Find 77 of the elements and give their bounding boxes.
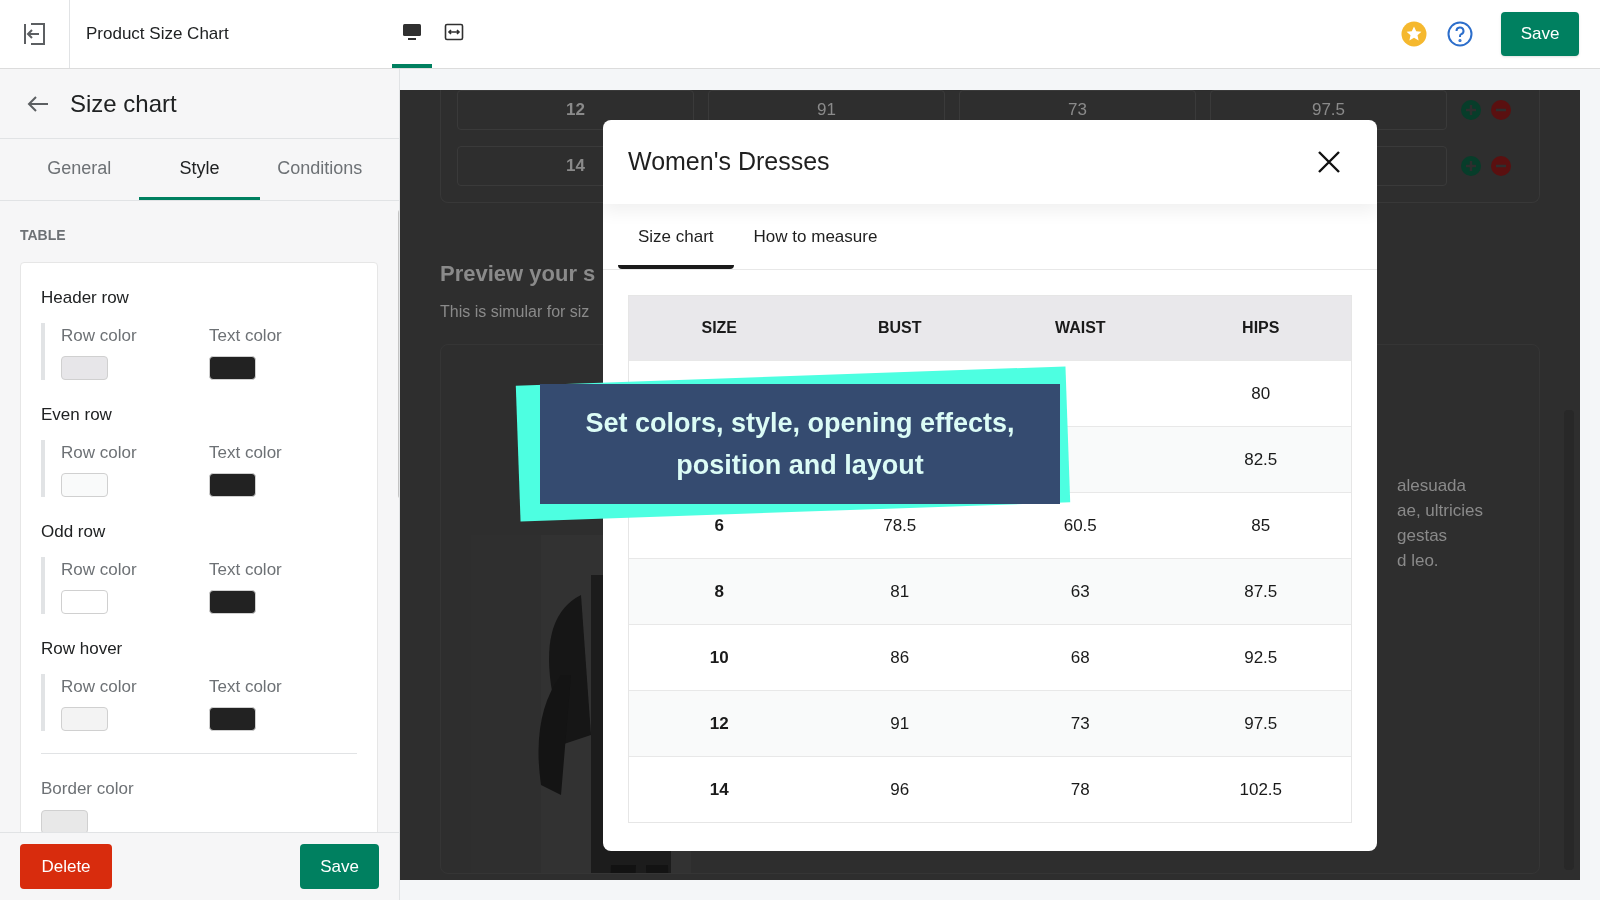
column-header: BUST xyxy=(876,318,923,338)
swatch-label: Text color xyxy=(209,675,283,698)
panel-title: Size chart xyxy=(70,88,177,119)
color-swatch[interactable] xyxy=(61,473,108,497)
swatch-label: Row color xyxy=(61,441,138,464)
table-cell-text: 80 xyxy=(1250,382,1272,405)
table-cell-text: 82.5 xyxy=(1243,448,1279,471)
expand-icon xyxy=(443,22,464,42)
column-header: HIPS xyxy=(1241,318,1281,338)
group-title: Odd row xyxy=(41,521,107,543)
back-arrow-icon[interactable] xyxy=(26,93,50,114)
table-cell-text: 102.5 xyxy=(1238,778,1283,801)
table-cell-text: 6 xyxy=(713,514,725,537)
modal-tab[interactable]: How to measure xyxy=(733,221,898,269)
column-header: WAIST xyxy=(1053,318,1107,338)
swatch-label: Row color xyxy=(61,324,138,347)
color-swatch[interactable] xyxy=(209,707,256,731)
exit-icon[interactable] xyxy=(21,21,48,47)
swatch-label: Border color xyxy=(41,778,135,800)
color-swatch[interactable] xyxy=(61,356,108,380)
color-swatch[interactable] xyxy=(61,590,108,614)
preview-subtitle: This is simular for siz xyxy=(440,302,590,322)
app-title: Product Size Chart xyxy=(86,23,229,46)
remove-icon[interactable] xyxy=(1491,156,1511,176)
table-cell-text: 81 xyxy=(889,580,911,603)
close-icon[interactable] xyxy=(1318,151,1340,173)
table-cell-text: 10 xyxy=(708,646,730,669)
add-icon[interactable] xyxy=(1461,100,1481,120)
color-swatch[interactable] xyxy=(209,590,256,614)
help-icon[interactable] xyxy=(1447,21,1473,47)
tab[interactable]: Style xyxy=(139,139,260,200)
tab[interactable]: General xyxy=(19,139,140,200)
delete-button[interactable]: Delete xyxy=(20,844,112,889)
table-cell-text: 60.5 xyxy=(1062,514,1098,537)
remove-icon[interactable] xyxy=(1491,100,1511,120)
swatch-label: Row color xyxy=(61,675,138,698)
table-cell-text: 14 xyxy=(708,778,730,801)
table-cell-text: 96 xyxy=(889,778,911,801)
table-cell-text: 85 xyxy=(1250,514,1272,537)
swatch-label: Row color xyxy=(61,558,138,581)
color-swatch[interactable] xyxy=(41,809,88,832)
add-icon[interactable] xyxy=(1461,156,1481,176)
table-cell-text: 12 xyxy=(708,712,730,735)
preview-heading: Preview your s xyxy=(440,260,596,288)
table-cell-text: 91 xyxy=(889,712,911,735)
color-swatch[interactable] xyxy=(209,473,256,497)
banner-text: Set colors, style, opening effects, xyxy=(585,407,1015,440)
table-cell-text: 87.5 xyxy=(1243,580,1279,603)
color-swatch[interactable] xyxy=(209,356,256,380)
table-cell-text: 63 xyxy=(1069,580,1091,603)
column-header: SIZE xyxy=(700,318,739,338)
table-cell-text: 92.5 xyxy=(1243,646,1279,669)
table-cell-text: 97.5 xyxy=(1243,712,1279,735)
table-cell-text: 78.5 xyxy=(882,514,918,537)
banner-text: position and layout xyxy=(676,449,924,482)
color-swatch[interactable] xyxy=(61,707,108,731)
swatch-label: Text color xyxy=(209,441,283,464)
modal-tab[interactable]: Size chart xyxy=(618,221,734,269)
table-cell-text: 73 xyxy=(1069,712,1091,735)
table-cell-text: 86 xyxy=(889,646,911,669)
group-title: Even row xyxy=(41,404,113,426)
table-cell-text: 68 xyxy=(1069,646,1091,669)
group-title: Row hover xyxy=(41,638,124,660)
save-button[interactable]: Save xyxy=(300,844,379,889)
text-line: gestas xyxy=(1397,525,1449,547)
swatch-label: Text color xyxy=(209,324,283,347)
tab[interactable]: Conditions xyxy=(259,139,380,200)
text-line: alesuada xyxy=(1397,475,1467,497)
section-label: TABLE xyxy=(20,226,67,245)
table-cell-text: 78 xyxy=(1069,778,1091,801)
save-button[interactable]: Save xyxy=(1501,12,1579,56)
swatch-label: Text color xyxy=(209,558,283,581)
desktop-icon xyxy=(401,22,422,42)
text-line: d leo. xyxy=(1397,550,1440,572)
group-title: Header row xyxy=(41,287,130,309)
table-cell-text: 8 xyxy=(713,580,725,603)
text-line: ae, ultricies xyxy=(1397,500,1484,522)
